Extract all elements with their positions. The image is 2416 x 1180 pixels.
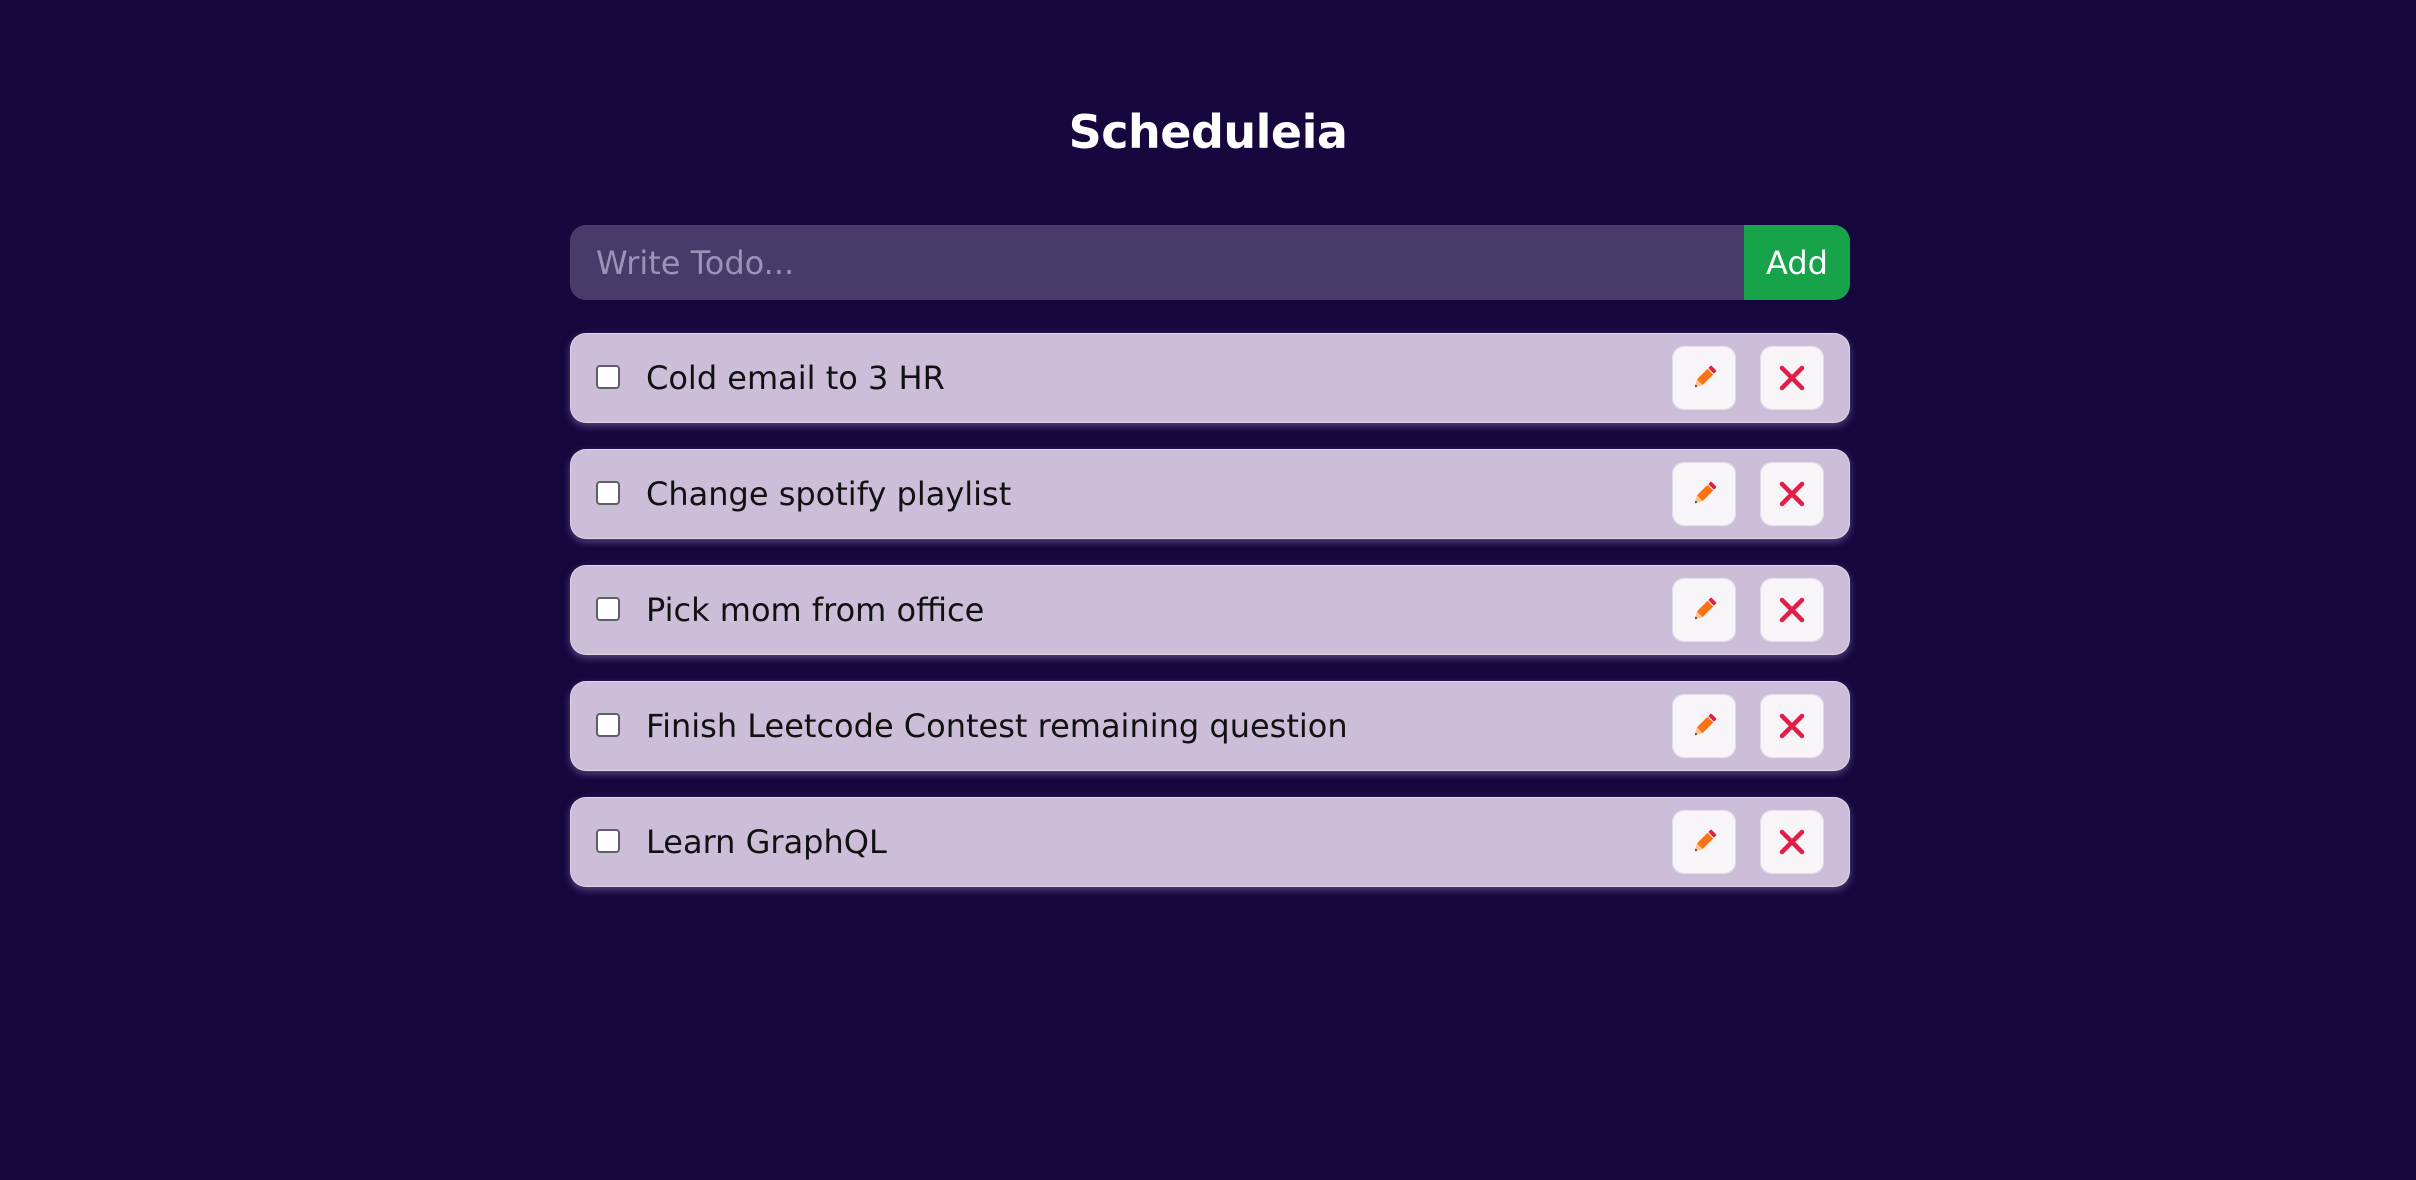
todo-text: Change spotify playlist xyxy=(646,475,1012,513)
todo-checkbox[interactable] xyxy=(596,713,620,737)
todo-list: Cold email to 3 HR Change spotify playli… xyxy=(570,333,1850,887)
todo-text: Learn GraphQL xyxy=(646,823,887,861)
app-title: Scheduleia xyxy=(1068,105,1348,159)
todo-text: Finish Leetcode Contest remaining questi… xyxy=(646,707,1348,745)
todo-item: Learn GraphQL xyxy=(570,797,1850,887)
todo-item: Finish Leetcode Contest remaining questi… xyxy=(570,681,1850,771)
close-icon xyxy=(1779,829,1805,855)
pencil-icon xyxy=(1694,481,1717,504)
todo-item: Cold email to 3 HR xyxy=(570,333,1850,423)
todo-input[interactable] xyxy=(570,225,1744,300)
edit-button[interactable] xyxy=(1672,694,1736,758)
edit-button[interactable] xyxy=(1672,578,1736,642)
todo-item: Pick mom from office xyxy=(570,565,1850,655)
add-button[interactable]: Add xyxy=(1744,225,1850,300)
close-icon xyxy=(1779,365,1805,391)
todo-checkbox[interactable] xyxy=(596,597,620,621)
todo-checkbox[interactable] xyxy=(596,829,620,853)
edit-button[interactable] xyxy=(1672,810,1736,874)
delete-button[interactable] xyxy=(1760,346,1824,410)
delete-button[interactable] xyxy=(1760,578,1824,642)
pencil-icon xyxy=(1694,829,1717,852)
todo-container: Add Cold email to 3 HR xyxy=(570,225,1850,913)
close-icon xyxy=(1779,713,1805,739)
delete-button[interactable] xyxy=(1760,810,1824,874)
pencil-icon xyxy=(1694,597,1717,620)
edit-button[interactable] xyxy=(1672,462,1736,526)
todo-item: Change spotify playlist xyxy=(570,449,1850,539)
close-icon xyxy=(1779,481,1805,507)
todo-text: Pick mom from office xyxy=(646,591,985,629)
pencil-icon xyxy=(1694,713,1717,736)
close-icon xyxy=(1779,597,1805,623)
todo-text: Cold email to 3 HR xyxy=(646,359,945,397)
pencil-icon xyxy=(1694,365,1717,388)
delete-button[interactable] xyxy=(1760,694,1824,758)
todo-form: Add xyxy=(570,225,1850,300)
edit-button[interactable] xyxy=(1672,346,1736,410)
todo-checkbox[interactable] xyxy=(596,365,620,389)
delete-button[interactable] xyxy=(1760,462,1824,526)
todo-checkbox[interactable] xyxy=(596,481,620,505)
